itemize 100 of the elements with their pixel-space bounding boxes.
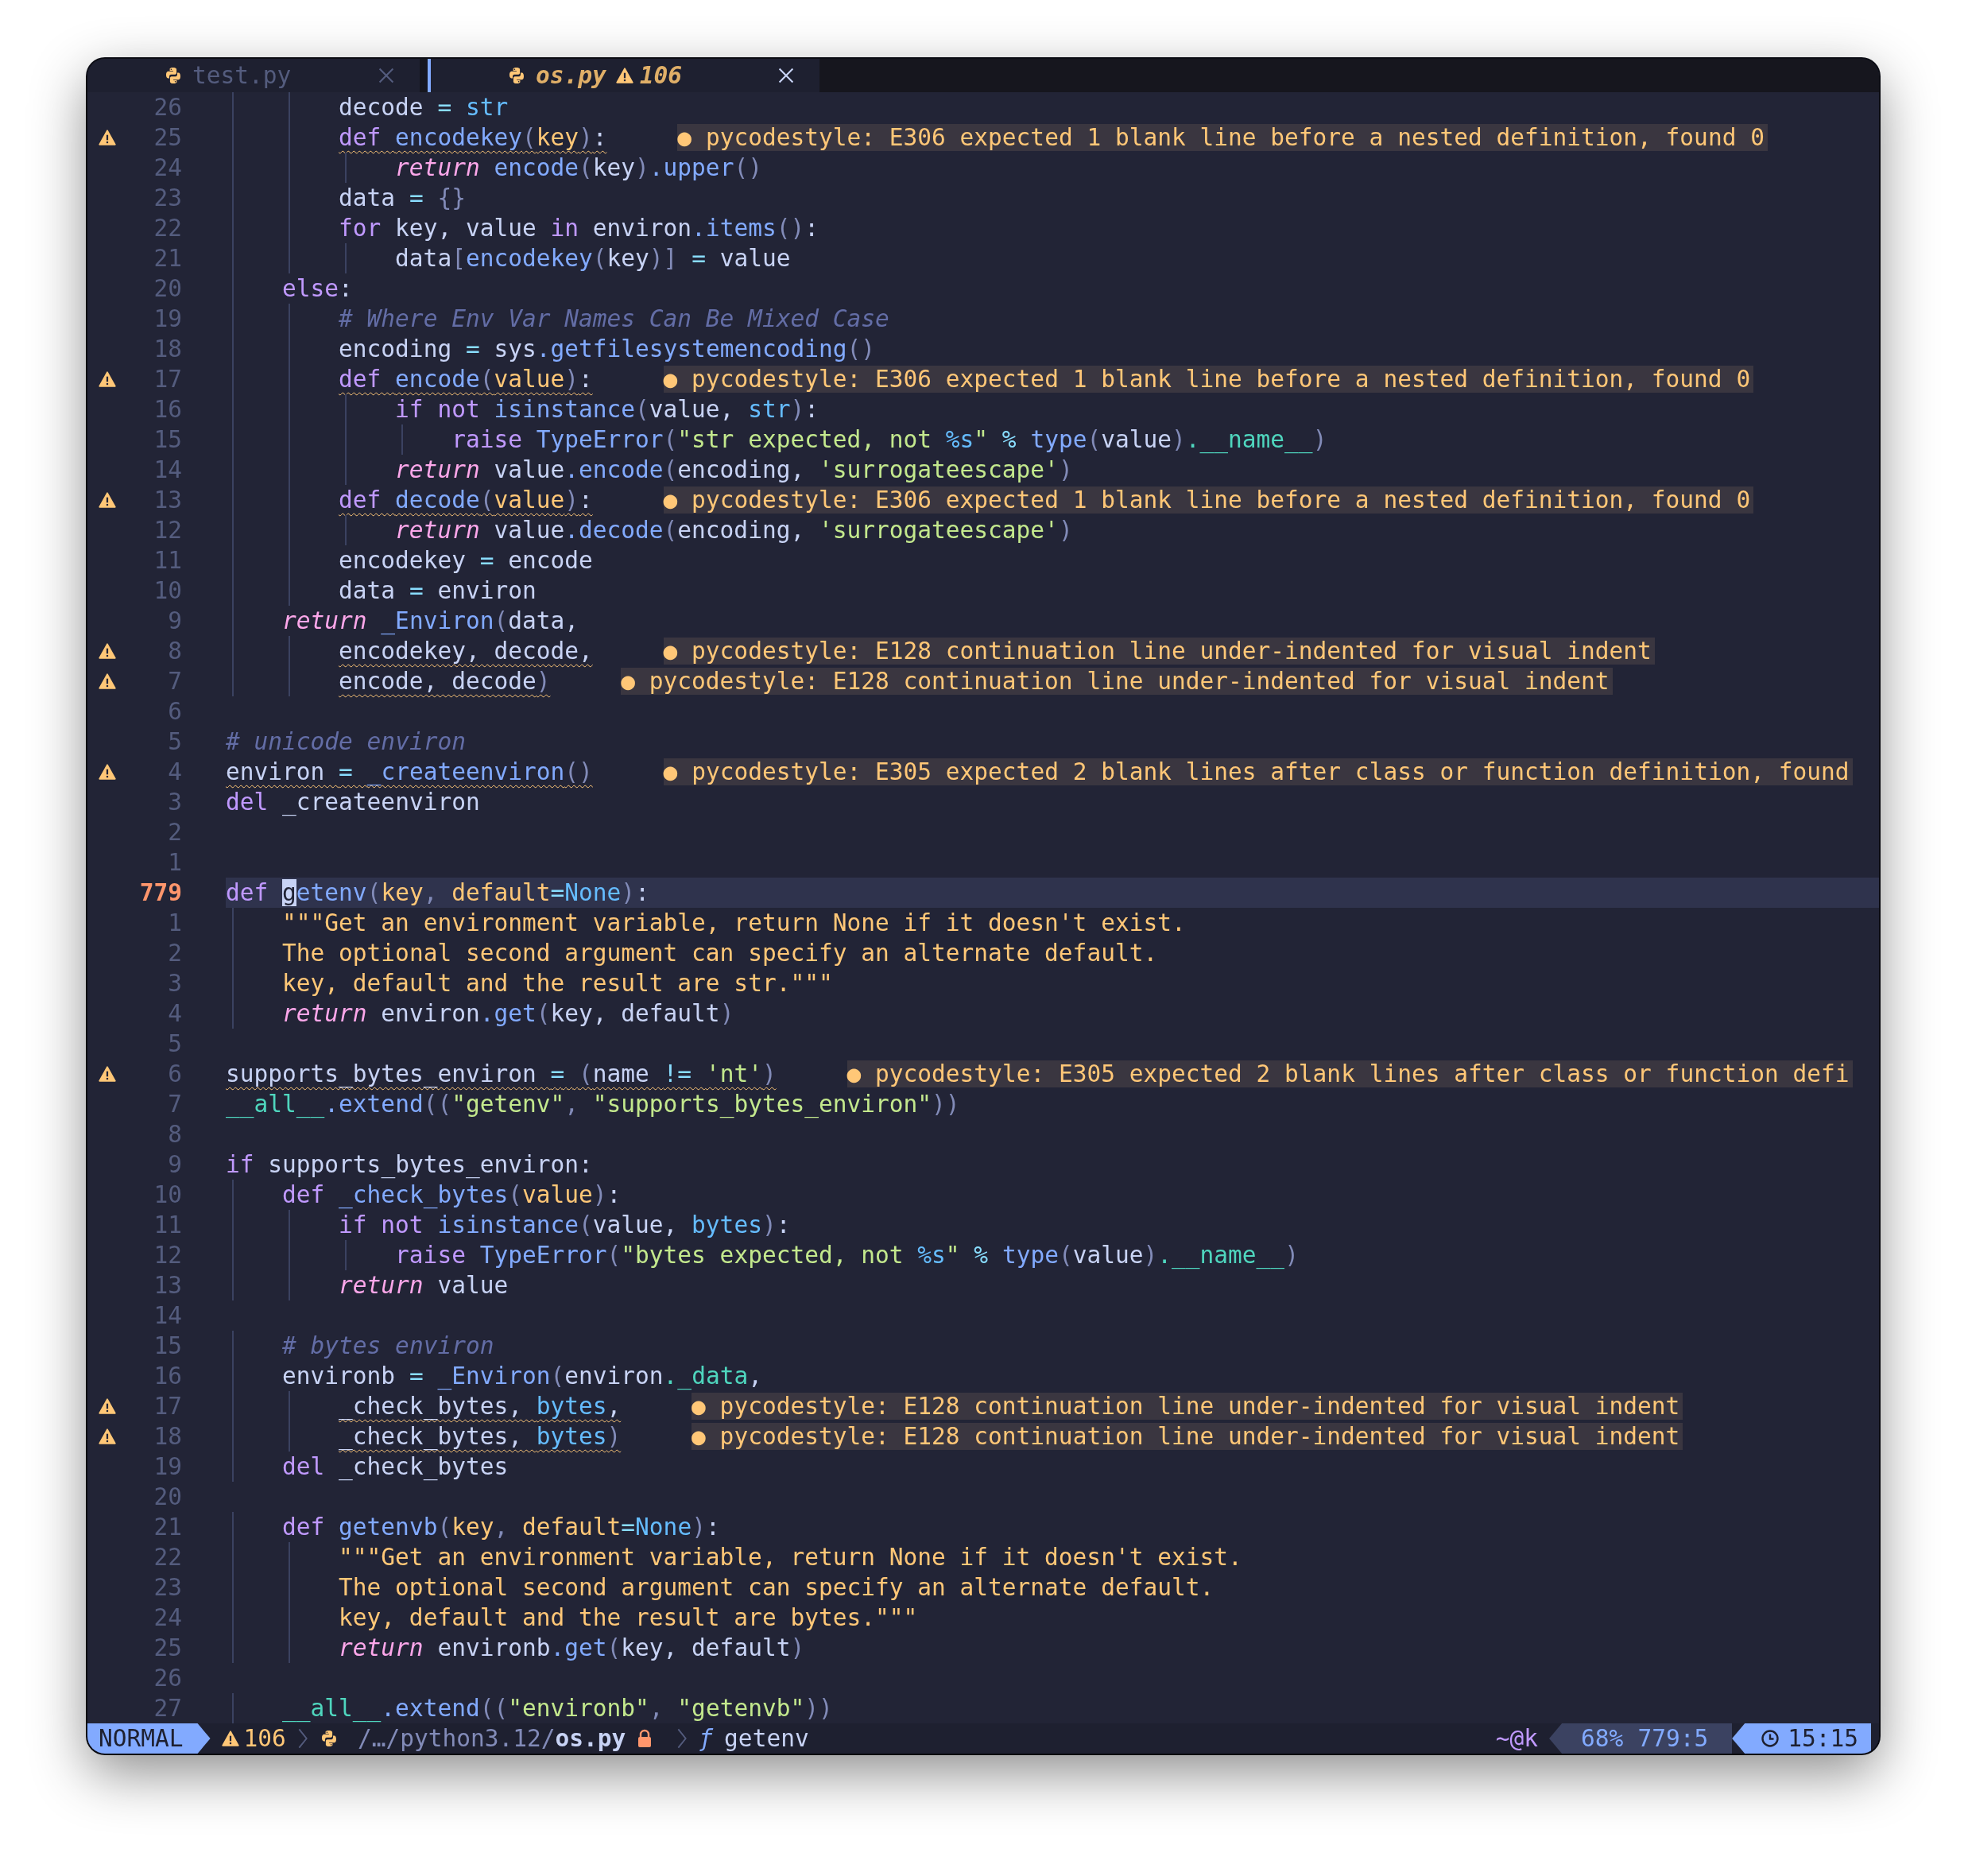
code-line: The optional second argument can specify an alternate default. <box>282 940 1158 967</box>
code-line: del _check_bytes <box>282 1453 509 1480</box>
line-number: 19 <box>153 1453 183 1480</box>
warning-icon <box>99 371 116 387</box>
line-number: 8 <box>167 638 183 665</box>
cursor-position: 779:5 <box>1637 1725 1709 1752</box>
line-number: 9 <box>167 607 183 634</box>
chevron-icon <box>676 1727 688 1750</box>
scroll-percent: 68% <box>1581 1725 1624 1752</box>
line-number: 8 <box>167 1121 183 1148</box>
clock-time: 15:15 <box>1788 1725 1858 1752</box>
warning-icon <box>99 764 116 780</box>
code-line: environ = _createenviron() <box>226 758 593 785</box>
line-number: 25 <box>153 124 183 151</box>
code-line: raise TypeError("bytes expected, not %s" % type(value).__name__) <box>395 1242 1299 1269</box>
line-number: 19 <box>153 305 183 332</box>
code-line: else: <box>282 275 353 302</box>
code-line: del _createenviron <box>226 789 480 816</box>
line-number: 2 <box>167 819 183 846</box>
code-line: def encode(value): <box>339 366 593 393</box>
line-number: 7 <box>167 668 183 695</box>
line-number: 2 <box>167 940 183 967</box>
code-line: return _Environ(data, <box>282 607 579 634</box>
line-number: 18 <box>153 335 183 362</box>
code-line: encodekey = encode <box>339 547 593 574</box>
directory-path: /…/python3.12/ <box>357 1725 556 1752</box>
line-number: 1 <box>167 849 183 876</box>
line-number: 3 <box>167 789 183 816</box>
mode-indicator: NORMAL <box>87 1723 211 1754</box>
line-number: 24 <box>153 1604 183 1631</box>
line-number: 23 <box>153 1574 183 1601</box>
line-number: 27 <box>153 1695 183 1722</box>
python-icon <box>164 66 183 85</box>
code-line: return environb.get(key, default) <box>339 1634 805 1661</box>
line-number: 9 <box>167 1151 183 1178</box>
line-number: 10 <box>153 577 183 604</box>
code-line: # bytes environ <box>282 1332 494 1359</box>
line-number: 11 <box>153 1211 183 1238</box>
warning-icon <box>99 492 116 508</box>
code-line: def encodekey(key): <box>339 124 607 151</box>
line-number: 779 <box>138 879 183 906</box>
code-line: data[encodekey(key)] = value <box>395 245 791 272</box>
line-number: 22 <box>153 1544 183 1571</box>
code-line: data = {} <box>339 184 466 211</box>
code-line: __all__.extend(("environb", "getenvb")) <box>282 1695 833 1722</box>
tab[interactable]: os.py 106 <box>428 59 819 92</box>
code-line: return encode(key).upper() <box>395 154 762 181</box>
code-line: # unicode environ <box>226 728 466 755</box>
line-number: 14 <box>153 456 183 483</box>
line-number: 20 <box>153 1483 183 1510</box>
diagnostic-message: ● pycodestyle: E306 expected 1 blank line before a nested definition, found 0 <box>663 486 1754 514</box>
code-line: key, default and the result are str.""" <box>282 970 833 997</box>
code-line: if not isinstance(value, str): <box>395 396 819 423</box>
line-number: 16 <box>153 396 183 423</box>
code-line: supports_bytes_environ = (name != 'nt') <box>226 1060 777 1087</box>
code-line: data = environ <box>339 577 537 604</box>
code-line: _check_bytes, bytes, <box>339 1393 622 1420</box>
code-line: return value.decode(encoding, 'surrogateescape') <box>395 517 1073 544</box>
line-number: 1 <box>167 909 183 936</box>
line-number: 17 <box>153 366 183 393</box>
code-line: return value.encode(encoding, 'surrogateescape') <box>395 456 1073 483</box>
code-line: """Get an environment variable, return None if it doesn't exist. <box>339 1544 1242 1571</box>
warning-icon <box>99 1398 116 1414</box>
code-line: _check_bytes, bytes) <box>339 1423 622 1450</box>
code-line: def getenvb(key, default=None): <box>282 1514 720 1541</box>
diagnostic-message: ● pycodestyle: E128 continuation line under-indented for visual indent <box>692 1423 1683 1450</box>
code-line: if not isinstance(value, bytes): <box>339 1211 791 1238</box>
line-number: 20 <box>153 275 183 302</box>
line-number: 5 <box>167 728 183 755</box>
line-number: 4 <box>167 758 183 785</box>
code-line: def decode(value): <box>339 486 593 514</box>
diagnostic-message: ● pycodestyle: E128 continuation line under-indented for visual indent <box>621 668 1613 695</box>
warning-count: 106 <box>243 1725 286 1752</box>
code-line: encoding = sys.getfilesystemencoding() <box>339 335 875 362</box>
file-name: os.py <box>555 1725 626 1752</box>
code-line: The optional second argument can specify an alternate default. <box>339 1574 1215 1601</box>
code-line: raise TypeError("str expected, not %s" % type(value).__name__) <box>451 426 1327 453</box>
warning-icon <box>221 1731 239 1746</box>
diagnostic-message: ● pycodestyle: E128 continuation line under-indented for visual indent <box>663 638 1655 665</box>
line-number: 14 <box>153 1302 183 1329</box>
line-number: 13 <box>153 486 183 514</box>
code-line: # Where Env Var Names Can Be Mixed Case <box>339 305 889 332</box>
code-line: for key, value in environ.items(): <box>339 215 819 242</box>
line-number: 26 <box>153 1665 183 1692</box>
function-glyph: ƒ <box>699 1725 714 1752</box>
python-icon <box>507 66 526 85</box>
warning-icon <box>99 1066 116 1082</box>
diagnostic-message: ● pycodestyle: E306 expected 1 blank line before a nested definition, found 0 <box>677 124 1768 151</box>
line-number: 26 <box>153 94 183 121</box>
line-number: 5 <box>167 1030 183 1057</box>
line-number: 4 <box>167 1000 183 1027</box>
warning-icon <box>99 643 116 659</box>
warning-icon <box>99 1428 116 1444</box>
code-line: decode = str <box>339 94 509 121</box>
code-line: key, default and the result are bytes.""" <box>339 1604 918 1631</box>
warning-icon <box>99 130 116 145</box>
host-label: ~@k <box>1495 1725 1539 1752</box>
code-line: """Get an environment variable, return None if it doesn't exist. <box>282 909 1186 936</box>
diagnostic-message: ● pycodestyle: E305 expected 2 blank lines after class or function defi <box>846 1060 1853 1087</box>
line-number: 7 <box>167 1091 183 1118</box>
